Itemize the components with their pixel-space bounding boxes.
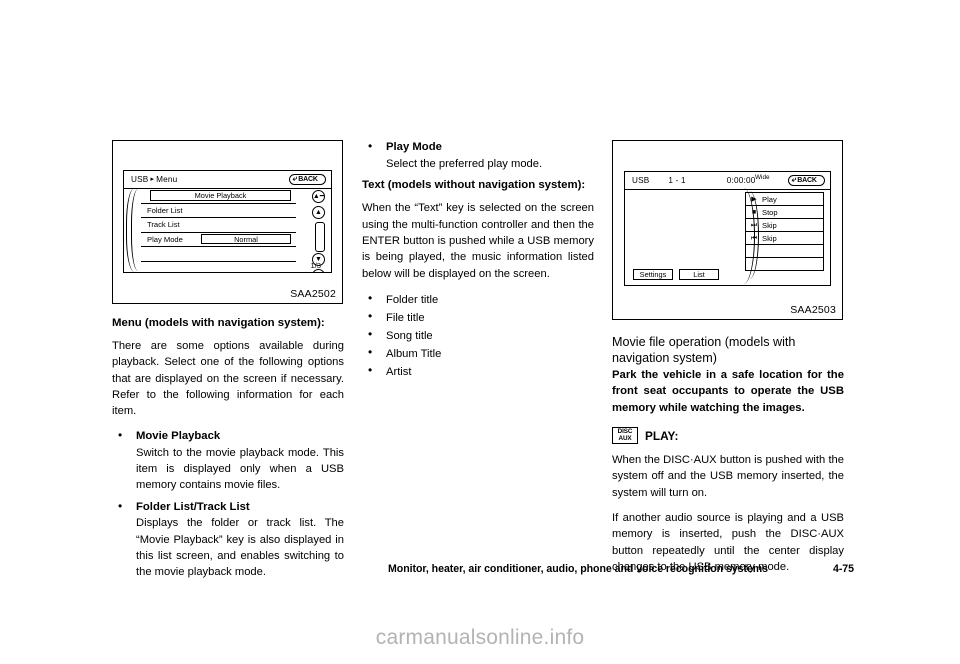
- figure-movie-screen: USB 1 - 1 0:00:00 Wide ⤷ BACK ▶ Play ■ S…: [612, 140, 843, 320]
- menu-row-folder-list[interactable]: Folder List: [141, 204, 296, 218]
- skip-back-icon: ⏮: [750, 234, 758, 242]
- column1-item-list: Movie Playback Switch to the movie playb…: [112, 428, 344, 581]
- back-button[interactable]: ⤷ BACK: [289, 173, 326, 185]
- lcd-breadcrumb: USB ▸ Menu: [131, 175, 177, 184]
- list-item: Movie Playback Switch to the movie playb…: [112, 428, 344, 494]
- footer-chapter-title: Monitor, heater, air conditioner, audio,…: [388, 563, 769, 575]
- column2-heading: Text (models without navigation system):: [362, 179, 586, 192]
- back-button[interactable]: ⤷ BACK: [788, 174, 825, 186]
- back-button-label: BACK: [797, 176, 817, 184]
- manual-page: USB ▸ Menu ⤷ BACK Movie Playback Folder …: [0, 0, 960, 664]
- item-body: Displays the folder or track list. The “…: [136, 517, 344, 579]
- skip-forward-button[interactable]: ⏭ Skip: [745, 218, 824, 231]
- stop-icon: ■: [751, 208, 757, 216]
- watermark: carmanualsonline.info: [375, 626, 585, 649]
- footer-page-number: 4-75: [832, 563, 854, 575]
- play-heading-label: PLAY:: [645, 428, 679, 443]
- lcd-section-label: Menu: [156, 175, 178, 184]
- list-item: Folder List/Track List Displays the fold…: [112, 499, 344, 581]
- menu-row-play-mode[interactable]: Play Mode Normal: [141, 233, 296, 247]
- menu-list: Movie Playback Folder List Track List Pl…: [141, 189, 296, 273]
- lcd-body: Movie Playback Folder List Track List Pl…: [124, 188, 331, 272]
- aspect-ratio-label: Wide: [755, 174, 770, 181]
- lcd-status-bar: USB 1 - 1 0:00:00: [632, 176, 755, 185]
- play-mode-value-key[interactable]: Normal: [201, 233, 291, 245]
- list-item: Song title: [362, 325, 594, 345]
- text-info-list: Folder title File title Song title Album…: [362, 289, 594, 382]
- item-title: Movie Playback: [136, 429, 221, 442]
- lcd-display-menu: USB ▸ Menu ⤷ BACK Movie Playback Folder …: [123, 170, 332, 273]
- transport-control-list: ▶ Play ■ Stop ⏭ Skip ⏮ Skip: [745, 192, 824, 271]
- lcd-header: USB 1 - 1 0:00:00 Wide ⤷ BACK: [625, 172, 830, 190]
- column3-warning: Park the vehicle in a safe location for …: [612, 369, 844, 414]
- disc-aux-button-icon: DISC AUX: [612, 427, 638, 445]
- skip-back-button-label: Skip: [762, 233, 777, 243]
- track-list-label: Track List: [147, 220, 180, 230]
- figure-menu-screen: USB ▸ Menu ⤷ BACK Movie Playback Folder …: [112, 140, 343, 304]
- scroll-top-icon[interactable]: ▲━: [312, 190, 325, 203]
- list-item: Album Title: [362, 343, 594, 363]
- figure2-caption: SAA2503: [790, 304, 836, 316]
- breadcrumb-arrow-icon: ▸: [150, 176, 155, 183]
- lcd-source-label: USB: [131, 175, 149, 184]
- back-button-label: BACK: [298, 175, 318, 183]
- column2-item-list: Play Mode Select the preferred play mode…: [362, 139, 594, 172]
- list-item: File title: [362, 307, 594, 327]
- stop-button-label: Stop: [762, 207, 778, 217]
- lcd-bottom-bar: Settings List: [633, 269, 719, 280]
- play-icon: ▶: [751, 195, 757, 203]
- column-right: USB 1 - 1 0:00:00 Wide ⤷ BACK ▶ Play ■ S…: [612, 140, 844, 584]
- list-item: Folder title: [362, 289, 594, 309]
- lcd-body: ▶ Play ■ Stop ⏭ Skip ⏮ Skip Settings Lis…: [625, 188, 830, 285]
- lcd-display-movie: USB 1 - 1 0:00:00 Wide ⤷ BACK ▶ Play ■ S…: [624, 171, 831, 286]
- disc-aux-line2: AUX: [618, 434, 632, 442]
- page-indicator: 1/3: [310, 261, 321, 270]
- lcd-header: USB ▸ Menu ⤷ BACK: [124, 171, 331, 189]
- lcd-track-number: 1 - 1: [668, 176, 686, 185]
- list-button[interactable]: List: [679, 269, 719, 280]
- skip-forward-icon: ⏭: [750, 221, 758, 229]
- item-title: Folder List/Track List: [136, 500, 250, 513]
- scroll-thumb[interactable]: [314, 222, 325, 252]
- figure1-caption: SAA2502: [290, 288, 336, 300]
- play-button[interactable]: ▶ Play: [745, 192, 824, 205]
- disc-aux-play-line: DISC AUX PLAY:: [612, 427, 844, 445]
- menu-row-blank-2: [141, 262, 296, 273]
- lcd-source-label: USB: [632, 176, 650, 185]
- play-button-label: Play: [762, 194, 777, 204]
- skip-back-button[interactable]: ⏮ Skip: [745, 231, 824, 244]
- column3-heading: Movie file operation (models with naviga…: [612, 335, 796, 366]
- item-title: Play Mode: [386, 141, 442, 153]
- back-arrow-icon: ⤷: [792, 175, 797, 184]
- item-body: Switch to the movie playback mode. This …: [136, 446, 344, 492]
- column1-intro: There are some options available during …: [112, 340, 344, 418]
- page-footer: Monitor, heater, air conditioner, audio,…: [388, 563, 854, 575]
- menu-row-blank-1: [141, 247, 296, 262]
- transport-blank-2: [745, 257, 824, 271]
- column3-paragraph-1: When the DISC·AUX button is pushed with …: [612, 454, 844, 499]
- list-item: Play Mode Select the preferred play mode…: [362, 139, 594, 172]
- column1-heading: Menu (models with navigation system):: [112, 317, 325, 329]
- item-body: Select the preferred play mode.: [386, 157, 543, 170]
- column2-intro: When the “Text” key is selected on the s…: [362, 202, 594, 280]
- column-left: USB ▸ Menu ⤷ BACK Movie Playback Folder …: [112, 140, 344, 587]
- lcd-elapsed-time: 0:00:00: [726, 176, 756, 185]
- menu-row-movie-playback[interactable]: Movie Playback: [141, 189, 296, 204]
- skip-forward-button-label: Skip: [762, 220, 777, 230]
- list-item: Artist: [362, 361, 594, 381]
- stop-button[interactable]: ■ Stop: [745, 205, 824, 218]
- scroll-up-icon[interactable]: ▲: [312, 206, 325, 219]
- menu-row-track-list[interactable]: Track List: [141, 218, 296, 233]
- movie-playback-key[interactable]: Movie Playback: [150, 190, 291, 201]
- folder-list-label: Folder List: [147, 205, 183, 215]
- scroll-controls: ▲━ ▲ ▼ ▼━: [311, 190, 327, 272]
- settings-button[interactable]: Settings: [633, 269, 673, 280]
- play-mode-label: Play Mode: [147, 234, 183, 244]
- back-arrow-icon: ⤷: [293, 174, 298, 183]
- transport-blank-1: [745, 244, 824, 257]
- column-middle: Play Mode Select the preferred play mode…: [362, 139, 594, 382]
